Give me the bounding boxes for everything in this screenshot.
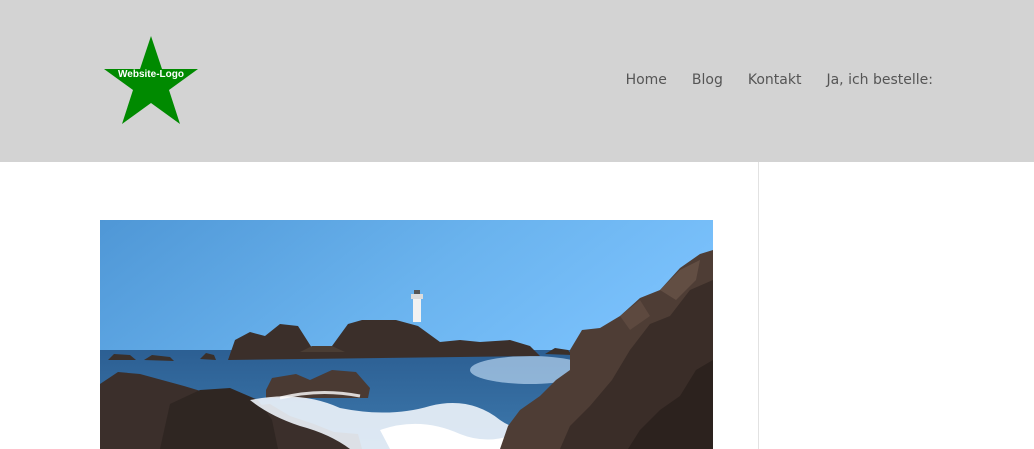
hero-image (100, 220, 713, 449)
lighthouse-coast-image (100, 220, 713, 449)
nav-item-blog[interactable]: Blog (692, 70, 723, 90)
main-navigation: Home Blog Kontakt Ja, ich bestelle: (626, 70, 933, 90)
site-logo[interactable]: Website-Logo (104, 36, 198, 126)
site-header: Website-Logo Home Blog Kontakt Ja, ich b… (0, 0, 1034, 162)
nav-item-order[interactable]: Ja, ich bestelle: (826, 70, 933, 90)
logo-text: Website-Logo (118, 69, 184, 80)
nav-item-kontakt[interactable]: Kontakt (748, 70, 802, 90)
sidebar-divider (758, 162, 759, 449)
nav-item-home[interactable]: Home (626, 70, 667, 90)
star-logo-icon: Website-Logo (104, 36, 198, 124)
